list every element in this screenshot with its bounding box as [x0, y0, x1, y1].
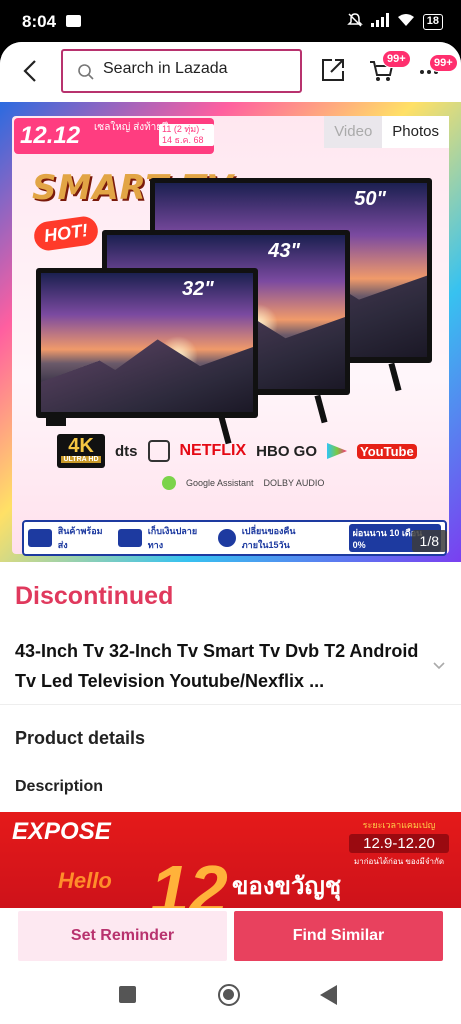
media-tabs: Video Photos: [324, 116, 449, 148]
return-icon: [217, 529, 236, 547]
banner-brand: EXPOSE: [12, 818, 111, 845]
image-counter: 1/8: [411, 530, 447, 552]
home-icon[interactable]: [218, 984, 240, 1006]
tv-size-50: 50": [354, 188, 386, 210]
back-arrow-icon[interactable]: [20, 58, 42, 84]
netflix-logo: NETFLIX: [179, 442, 247, 459]
banner-hello: Hello: [58, 868, 112, 893]
share-icon[interactable]: [319, 56, 347, 84]
cart-button[interactable]: 99+: [368, 50, 411, 88]
dolby-logo: DOLBY AUDIO: [263, 478, 325, 488]
more-button[interactable]: 99+: [419, 54, 458, 86]
search-box[interactable]: [61, 49, 302, 93]
tv-size-32: 32": [182, 278, 214, 300]
status-time: 8:04: [22, 12, 57, 31]
app-screen: 99+ 99+ 12.12 เซลใหญ่ ส่งท้ายปี 11 (2 ทุ…: [0, 42, 461, 962]
banner-period: ระยะเวลาแคมเปญ 12.9-12.20 มาก่อนได้ก่อน …: [349, 818, 449, 868]
small-brand-logos: Google Assistant DOLBY AUDIO: [162, 476, 324, 490]
wifi-logo-icon: [147, 440, 170, 462]
google-assistant-logo: Google Assistant: [186, 478, 254, 488]
back-triangle-icon[interactable]: [320, 985, 337, 1005]
wifi-icon: [397, 13, 415, 30]
truck-icon: [117, 529, 142, 547]
cart-badge: 99+: [382, 50, 411, 68]
set-reminder-button[interactable]: Set Reminder: [18, 911, 227, 961]
brand-logos: 4K ULTRA HD dts NETFLIX HBO GO YouTube: [57, 434, 447, 468]
banner-thai-text: ของขวัญชุ: [232, 873, 342, 900]
description-heading: Description: [15, 778, 104, 795]
hbo-go-logo: HBO GO: [256, 442, 318, 460]
top-bar: 99+ 99+: [0, 42, 461, 102]
find-similar-button[interactable]: Find Similar: [234, 911, 443, 961]
battery-icon: 18: [422, 13, 443, 30]
promo-dates: 11 (2 ทุ่ม) - 14 ธ.ค. 68: [159, 124, 214, 146]
promo-subtitle: เซลใหญ่ ส่งท้ายปี: [94, 122, 169, 133]
4k-badge: 4K ULTRA HD: [57, 434, 105, 468]
product-details-heading: Product details: [15, 728, 146, 748]
search-icon: [77, 63, 95, 81]
dts-logo: dts: [115, 442, 138, 460]
tab-video[interactable]: Video: [324, 116, 383, 148]
android-icon: [162, 476, 176, 490]
divider: [0, 704, 461, 705]
promo-headline: 12.12: [20, 122, 81, 149]
hot-badge: HOT!: [32, 214, 100, 253]
android-nav-bar: [0, 962, 461, 1024]
youtube-logo: YouTube: [357, 443, 417, 459]
tab-photos[interactable]: Photos: [382, 116, 449, 148]
youku-logo-icon: [327, 443, 348, 459]
delivery-icon: [28, 529, 52, 547]
promo-badge: 12.12 เซลใหญ่ ส่งท้ายปี 11 (2 ทุ่ม) - 14…: [14, 118, 214, 154]
mute-icon: [346, 12, 363, 31]
service-strip: สินค้าพร้อมส่ง เก็บเงินปลายทาง เปลี่ยนขอ…: [22, 520, 447, 556]
message-icon: [66, 15, 81, 27]
status-icons: 18: [346, 12, 443, 31]
chevron-down-icon[interactable]: [432, 658, 446, 670]
product-status: Discontinued: [15, 582, 174, 610]
product-title[interactable]: 43-Inch Tv 32-Inch Tv Smart Tv Dvb T2 An…: [15, 636, 425, 696]
tv-size-43: 43": [268, 240, 300, 262]
action-bar: Set Reminder Find Similar: [0, 908, 461, 962]
tv-32: 32": [36, 268, 258, 418]
recents-icon[interactable]: [119, 986, 136, 1003]
product-image: 12.12 เซลใหญ่ ส่งท้ายปี 11 (2 ทุ่ม) - 14…: [12, 116, 449, 556]
cart-icon: [368, 61, 396, 88]
status-bar: 8:04 18: [0, 0, 461, 42]
signal-icon: [370, 13, 389, 30]
product-image-gallery[interactable]: 12.12 เซลใหญ่ ส่งท้ายปี 11 (2 ทุ่ม) - 14…: [0, 102, 461, 562]
search-input[interactable]: [103, 60, 293, 78]
more-badge: 99+: [429, 54, 458, 72]
